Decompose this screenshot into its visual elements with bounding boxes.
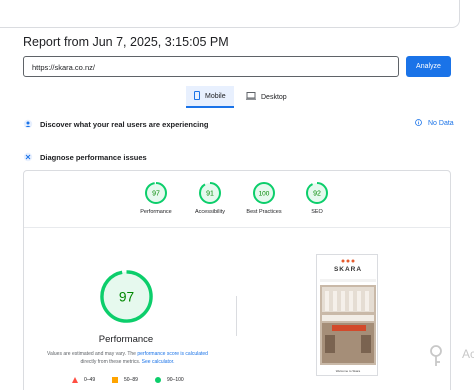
circle-icon [155,377,161,383]
top-header-border [0,0,460,28]
legend-good: 90–100 [155,377,184,383]
page-screenshot: SKARA Welcome to Skara [316,254,378,376]
gauge-performance-label: Performance [140,209,172,215]
metrics-note: Values are estimated and may vary. The p… [40,351,215,366]
diagnose-icon [23,152,33,162]
tab-desktop[interactable]: Desktop [238,86,292,108]
report-title: Report from Jun 7, 2025, 3:15:05 PM [23,35,229,49]
screenshot-caption: Welcome to Skara [336,369,361,373]
diagnose-title-text: Diagnose performance issues [40,152,147,162]
diagnose-section-title: Diagnose performance issues [23,152,147,162]
legend-bad-text: 0–49 [84,377,96,383]
gauge-accessibility[interactable]: 91 [198,181,222,205]
activate-windows-watermark: Ac [429,345,474,370]
gauge-performance-value: 97 [152,191,160,198]
url-input[interactable]: https://skara.co.nz/ [23,56,399,77]
legend-average-text: 50–89 [124,377,138,383]
tab-desktop-label: Desktop [261,93,287,101]
note-text-1: Values are estimated and may vary. The [47,351,138,357]
no-data-text: No Data [428,120,454,127]
gauge-seo-label: SEO [311,209,323,215]
legend-bad: 0–49 [72,377,95,383]
gauge-best-practices-label: Best Practices [246,209,282,215]
vertical-divider [236,296,237,336]
pagespeed-page: Report from Jun 7, 2025, 3:15:05 PM http… [0,0,474,390]
square-icon [112,377,118,383]
no-data-link[interactable]: No Data [415,119,454,128]
legend-average: 50–89 [112,377,138,383]
card-divider [24,227,450,228]
legend-good-text: 90–100 [167,377,184,383]
performance-big-value: 97 [119,289,134,304]
gauge-accessibility-value: 91 [206,191,214,198]
gauge-seo[interactable]: 92 [305,181,329,205]
note-text-2: directly from these metrics. [80,358,142,365]
gauge-performance[interactable]: 97 [144,181,168,205]
desktop-icon [246,92,256,102]
score-calculated-link[interactable]: performance score is calculated [137,351,208,357]
performance-big-gauge: 97 [100,270,153,323]
watermark-text: Ac [462,347,474,361]
gauge-best-practices-value: 100 [259,191,270,198]
analyze-button[interactable]: Analyze [406,56,451,77]
info-icon [415,119,422,128]
triangle-icon [72,377,78,383]
discover-title-text: Discover what your real users are experi… [40,119,209,129]
gauge-seo-value: 92 [313,191,321,198]
gauge-accessibility-label: Accessibility [195,209,225,215]
key-icon [429,345,443,370]
users-icon [23,119,33,129]
tab-mobile[interactable]: Mobile [186,86,234,108]
performance-big-label: Performance [98,334,154,345]
discover-section-title: Discover what your real users are experi… [23,119,208,129]
gauge-best-practices[interactable]: 100 [252,181,276,205]
mobile-icon [194,90,200,102]
tab-mobile-label: Mobile [205,92,226,100]
see-calculator-link[interactable]: See calculator. [142,359,175,365]
skara-brand-text: SKARA [334,266,362,273]
